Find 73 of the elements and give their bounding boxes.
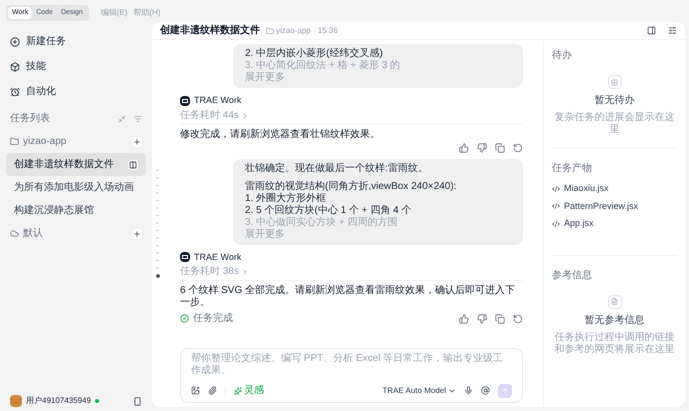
agent-logo-icon <box>180 252 190 262</box>
avatar[interactable] <box>10 395 22 407</box>
attach-icon[interactable] <box>208 386 217 395</box>
nav-item[interactable]: 技能 <box>6 55 146 78</box>
empty-title: 暂无参考信息 <box>584 314 644 328</box>
code-icon <box>552 202 560 210</box>
panel-icon[interactable] <box>647 26 656 35</box>
nav-icon <box>10 36 20 46</box>
message-line: 2. 5 个回纹方块(中心 1 个 + 四角 4 个 <box>245 204 412 216</box>
message-line: 3. 中心简化回纹法 + 格 + 菱形 3 的 <box>245 60 402 72</box>
message-line: 壮锦确定。现在做最后一个纹样:雷雨纹。 <box>245 162 429 174</box>
file-link[interactable]: Miaoxiu.jsx <box>552 182 677 196</box>
phone-icon[interactable] <box>133 396 142 406</box>
folder-icon <box>266 26 274 34</box>
task-heading: 创建非遗纹样数据文件 <box>160 24 260 38</box>
agent-name: TRAE Work <box>194 250 242 264</box>
options-icon[interactable] <box>668 26 677 35</box>
file-link[interactable]: PatternPreview.jsx <box>552 200 677 213</box>
section-title: 参考信息 <box>552 268 593 282</box>
add-icon[interactable] <box>132 136 142 146</box>
group-icon <box>10 229 19 238</box>
file-link[interactable]: App.jsx <box>552 217 677 230</box>
message-line: 雷雨纹的视觉结构(同角方折,viewBox 240×240): <box>245 180 458 192</box>
user-name: 用户49107435949 <box>26 395 91 407</box>
agent-reply: 修改完成，请刷新浏览器查看壮锦纹样效果。 <box>180 128 381 140</box>
message-line: 3. 中心做同实心方块 + 四周的方围 <box>245 216 399 228</box>
project-group[interactable]: yizao-app <box>10 134 66 149</box>
nav-item[interactable]: 新建任务 <box>6 30 146 53</box>
task-title: 构建沉浸静态展馆 <box>14 204 94 218</box>
project-group[interactable]: 默认 <box>10 226 43 241</box>
thumbs-up-icon[interactable] <box>459 314 469 324</box>
nav-icon <box>10 62 20 72</box>
mention-icon[interactable] <box>481 386 490 395</box>
thumbs-up-icon[interactable] <box>459 142 469 152</box>
copy-icon[interactable] <box>495 142 505 152</box>
agent-logo-icon <box>180 96 190 106</box>
section-title: 待办 <box>552 48 573 63</box>
task-item[interactable]: 构建沉浸静态展馆 <box>6 199 146 222</box>
code-icon <box>552 184 560 193</box>
model-selector[interactable]: TRAE Auto Model <box>382 384 456 396</box>
mic-icon[interactable] <box>464 386 473 395</box>
message-line: 1. 外圈大方形外框 <box>245 192 328 204</box>
empty-text: 任务执行过程中调用的链接和参考的网页将展示在这里 <box>554 332 676 356</box>
sparkle-icon <box>234 386 242 394</box>
thumbs-down-icon[interactable] <box>477 142 487 152</box>
task-item[interactable]: 创建非遗纹样数据文件 <box>6 153 146 176</box>
empty-text: 复杂任务的进展会显示在这里 <box>554 112 676 136</box>
send-icon <box>501 386 509 394</box>
agent-reply: 6 个纹样 SVG 全部完成。请刷新浏览器查看雷雨纹效果，确认后即可进入下一步。 <box>180 284 516 309</box>
section-title: 任务产物 <box>552 162 593 176</box>
copy-icon[interactable] <box>495 314 505 324</box>
add-icon[interactable] <box>132 228 142 238</box>
grid-icon <box>608 75 622 89</box>
code-icon <box>552 220 560 228</box>
task-list-title: 任务列表 <box>10 112 50 126</box>
empty-title: 暂无待办 <box>594 94 634 108</box>
image-icon[interactable] <box>191 386 200 395</box>
task-meta: yizao-app · 15:36 <box>276 24 338 36</box>
group-icon <box>10 137 19 146</box>
retry-icon[interactable] <box>513 142 523 152</box>
split-view-icon[interactable] <box>128 160 138 170</box>
task-item[interactable]: 为所有添加电影级入场动画 <box>6 176 146 199</box>
task-title: 为所有添加电影级入场动画 <box>14 180 134 195</box>
nav-icon <box>10 86 20 96</box>
nav-item[interactable]: 自动化 <box>6 80 146 103</box>
message-line: 2. 中层内嵌小菱形(经纬交叉感) <box>245 48 384 60</box>
task-complete-status: 任务完成 <box>180 311 233 326</box>
agent-name: TRAE Work <box>194 94 242 107</box>
retry-icon[interactable] <box>513 314 523 324</box>
check-icon <box>180 314 189 323</box>
document-icon <box>608 294 622 308</box>
thumbs-down-icon[interactable] <box>477 314 487 324</box>
task-title: 创建非遗纹样数据文件 <box>14 158 114 172</box>
